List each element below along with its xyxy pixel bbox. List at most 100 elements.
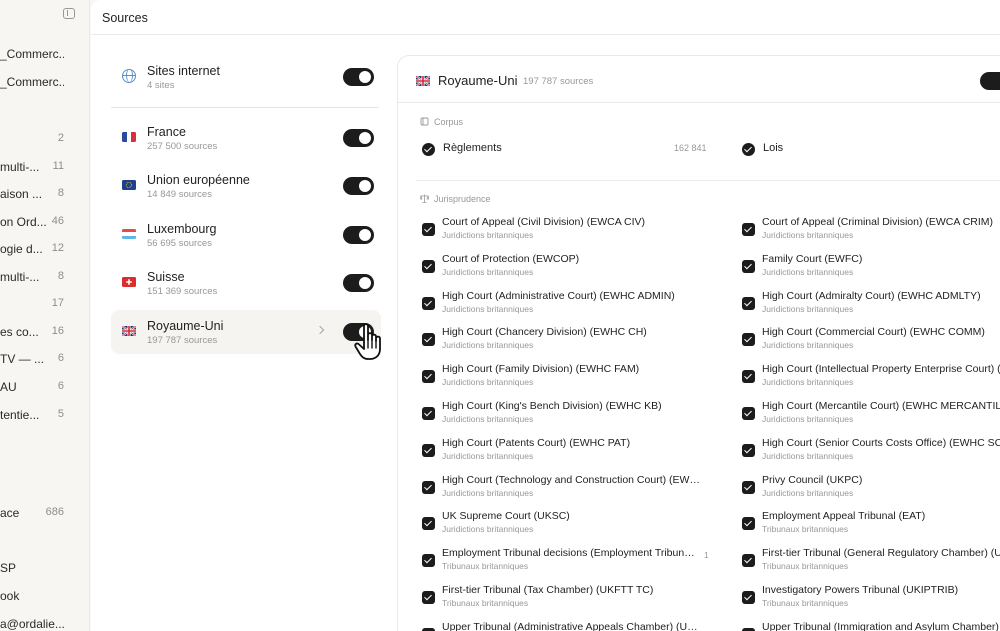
conversation-item[interactable]: AU 6 bbox=[0, 378, 89, 396]
court-item[interactable]: Court of Protection (EWCOP) Juridictions … bbox=[422, 253, 712, 287]
checkbox-checked-icon[interactable] bbox=[742, 370, 755, 384]
court-item[interactable]: High Court (Patents Court) (EWHC PAT) Jur… bbox=[422, 437, 712, 471]
checkbox-checked-icon[interactable] bbox=[422, 591, 435, 604]
court-item[interactable]: Court of Appeal (Criminal Division) (EWC… bbox=[742, 216, 1000, 250]
conversation-count: 11 bbox=[52, 160, 64, 172]
scales-icon bbox=[420, 194, 429, 203]
court-category: Tribunaux britanniques bbox=[442, 561, 529, 572]
conversation-item[interactable]: ace 686 bbox=[0, 504, 89, 522]
court-item[interactable]: High Court (Chancery Division) (EWHC CH)… bbox=[422, 326, 712, 360]
court-item[interactable]: Court of Appeal (Civil Division) (EWCA C… bbox=[422, 216, 712, 250]
checkbox-checked-icon[interactable] bbox=[422, 443, 435, 457]
conversation-item[interactable]: _Commerc... bbox=[0, 45, 89, 63]
conversation-item[interactable]: multi-... 11 bbox=[0, 158, 89, 176]
court-item[interactable]: High Court (Family Division) (EWHC FAM) J… bbox=[422, 363, 712, 397]
source-row-country[interactable]: Luxembourg 56 695 sources bbox=[111, 213, 381, 257]
conversation-item[interactable]: TV — ... 6 bbox=[0, 350, 89, 368]
checkbox-checked-icon[interactable] bbox=[742, 480, 755, 494]
court-item[interactable]: Upper Tribunal (Administrative Appeals C… bbox=[422, 621, 712, 631]
court-name: High Court (Mercantile Court) (EWHC MERC… bbox=[762, 400, 1000, 412]
globe-icon bbox=[122, 69, 136, 83]
checkbox-checked-icon[interactable] bbox=[742, 223, 755, 236]
checkbox-checked-icon[interactable] bbox=[742, 554, 755, 568]
corpus-item-lois[interactable]: Lois 3 bbox=[742, 141, 1000, 161]
checkbox-checked-icon[interactable] bbox=[422, 333, 435, 347]
court-name: First-tier Tribunal (General Regulatory … bbox=[762, 547, 1000, 560]
checkbox-checked-icon[interactable] bbox=[742, 296, 755, 310]
court-item[interactable]: Privy Council (UKPC) Juridictions britann… bbox=[742, 474, 1000, 508]
court-item[interactable]: High Court (Commercial Court) (EWHC COMM… bbox=[742, 326, 1000, 360]
hand-pointer-cursor-icon bbox=[354, 323, 381, 360]
court-item[interactable]: High Court (Mercantile Court) (EWHC MERC… bbox=[742, 400, 1000, 434]
chevron-right-icon[interactable] bbox=[315, 325, 325, 335]
conversation-item[interactable]: on Ord... 46 bbox=[0, 213, 89, 231]
conversation-item[interactable]: ogie d... 12 bbox=[0, 240, 89, 258]
source-row-country[interactable]: France 257 500 sources bbox=[111, 116, 381, 160]
checkbox-checked-icon[interactable] bbox=[742, 517, 755, 531]
court-item[interactable]: High Court (Admiralty Court) (EWHC ADMLT… bbox=[742, 290, 1000, 324]
checkbox-checked-icon[interactable] bbox=[742, 407, 755, 420]
court-item[interactable]: First-tier Tribunal (Tax Chamber) (UKFTT… bbox=[422, 584, 712, 618]
court-item[interactable]: Investigatory Powers Tribunal (UKIPTRIB)… bbox=[742, 584, 1000, 618]
source-toggle[interactable] bbox=[343, 68, 374, 86]
court-name: High Court (Senior Courts Costs Office) … bbox=[762, 436, 1000, 449]
checkbox-checked-icon[interactable] bbox=[422, 259, 435, 273]
checkbox-checked-icon[interactable] bbox=[742, 259, 755, 273]
sidebar-collapse-icon[interactable] bbox=[63, 8, 75, 19]
checkbox-checked-icon[interactable] bbox=[422, 554, 435, 568]
court-item[interactable]: High Court (Administrative Court) (EWHC … bbox=[422, 290, 712, 324]
source-toggle[interactable] bbox=[343, 274, 374, 292]
checkbox-checked-icon[interactable] bbox=[422, 370, 435, 384]
court-item[interactable]: High Court (Technology and Construction … bbox=[422, 474, 712, 508]
conversation-item[interactable]: 2 bbox=[0, 130, 89, 148]
flag-icon bbox=[122, 132, 136, 142]
source-name: Suisse bbox=[147, 270, 185, 284]
source-toggle[interactable] bbox=[343, 177, 374, 195]
corpus-item-reglements[interactable]: Règlements 162 841 bbox=[422, 141, 712, 161]
court-item[interactable]: Family Court (EWFC) Juridictions britanni… bbox=[742, 253, 1000, 287]
conversation-item[interactable]: es co... 16 bbox=[0, 323, 89, 341]
conversation-item[interactable]: tentie... 5 bbox=[0, 406, 89, 424]
source-count: 151 369 sources bbox=[147, 286, 218, 297]
checkbox-checked-icon[interactable] bbox=[742, 591, 755, 604]
source-toggle[interactable] bbox=[343, 129, 374, 147]
conversation-count: 12 bbox=[51, 242, 64, 254]
court-item[interactable]: High Court (Senior Courts Costs Office) … bbox=[742, 437, 1000, 471]
conversation-item[interactable]: SP bbox=[0, 559, 89, 577]
source-row-country[interactable]: Union européenne 14 849 sources bbox=[111, 164, 381, 208]
court-item[interactable]: First-tier Tribunal (General Regulatory … bbox=[742, 547, 1000, 581]
court-category: Juridictions britanniques bbox=[442, 450, 534, 461]
page-header: Sources bbox=[91, 0, 1000, 35]
conversation-item[interactable]: aison ... 8 bbox=[0, 185, 89, 203]
court-category: Juridictions britanniques bbox=[442, 524, 534, 535]
source-count: 197 787 sources bbox=[147, 335, 218, 346]
conversation-title: multi-... bbox=[0, 270, 40, 284]
checkbox-checked-icon[interactable] bbox=[422, 517, 435, 531]
checkbox-checked-icon[interactable] bbox=[422, 223, 435, 236]
divider bbox=[416, 180, 1000, 181]
court-item[interactable]: UK Supreme Court (UKSC) Juridictions brit… bbox=[422, 510, 712, 544]
source-row-country[interactable]: Suisse 151 369 sources bbox=[111, 261, 381, 305]
source-row-websites[interactable]: Sites internet 4 sites bbox=[111, 55, 381, 99]
checkbox-checked-icon[interactable] bbox=[422, 407, 435, 420]
court-item[interactable]: High Court (Intellectual Property Enterp… bbox=[742, 363, 1000, 397]
conversation-item[interactable]: a@ordalie.... bbox=[0, 615, 89, 631]
checkbox-checked-icon[interactable] bbox=[422, 296, 435, 310]
country-toggle[interactable] bbox=[980, 72, 1000, 90]
flag-icon bbox=[122, 229, 136, 239]
checkbox-checked-icon[interactable] bbox=[422, 480, 435, 494]
source-row-country[interactable]: Royaume-Uni 197 787 sources bbox=[111, 310, 381, 354]
conversation-item[interactable]: 17 bbox=[0, 295, 89, 313]
court-name: High Court (Chancery Division) (EWHC CH) bbox=[442, 326, 647, 339]
court-item[interactable]: Employment Tribunal decisions (Employmen… bbox=[422, 547, 712, 581]
source-toggle[interactable] bbox=[343, 226, 374, 244]
court-item[interactable]: Employment Appeal Tribunal (EAT) Tribunau… bbox=[742, 510, 1000, 544]
checkbox-checked-icon[interactable] bbox=[742, 333, 755, 347]
conversation-item[interactable]: multi-... 8 bbox=[0, 268, 89, 286]
court-item[interactable]: High Court (King's Bench Division) (EWHC… bbox=[422, 400, 712, 434]
conversation-title: ook bbox=[0, 589, 20, 603]
conversation-item[interactable]: ook bbox=[0, 587, 89, 605]
checkbox-checked-icon[interactable] bbox=[742, 443, 755, 457]
conversation-item[interactable]: _Commerc... bbox=[0, 73, 89, 91]
court-item[interactable]: Upper Tribunal (Immigration and Asylum C… bbox=[742, 621, 1000, 631]
